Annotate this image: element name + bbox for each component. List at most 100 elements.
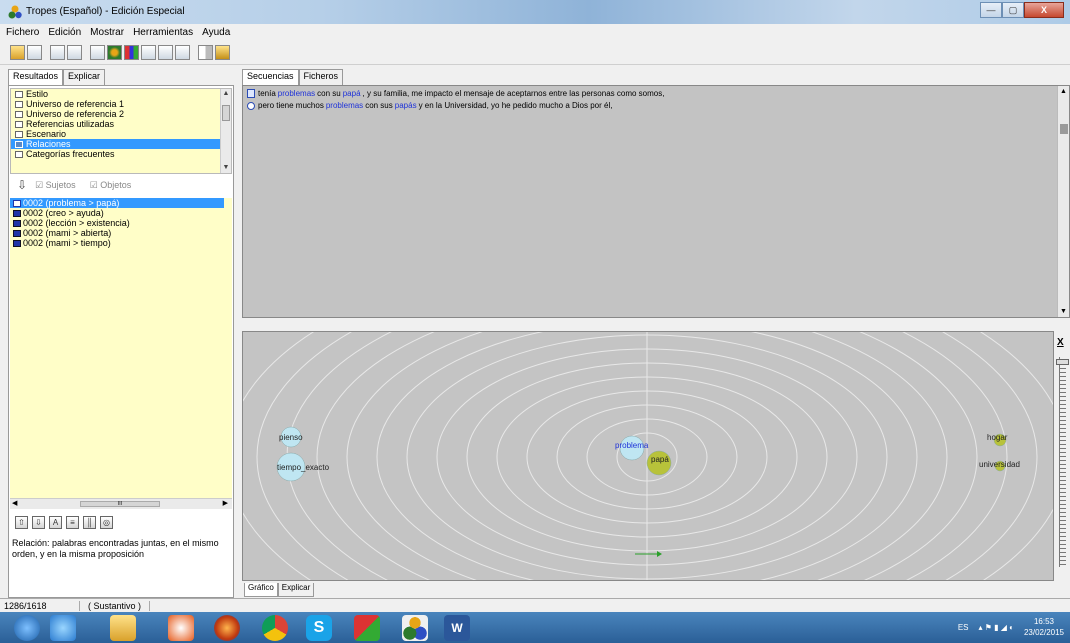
title-bar: Tropes (Español) - Edición Especial — ▢ … <box>0 0 1070 24</box>
tab-resultados[interactable]: Resultados <box>8 69 64 85</box>
category-list[interactable]: Estilo Universo de referencia 1 Universo d… <box>10 88 232 174</box>
category-icon <box>15 150 23 158</box>
app-red-icon[interactable] <box>354 615 380 641</box>
horizontal-scrollbar[interactable]: ◀ III ▶ <box>10 498 232 509</box>
relations-list[interactable]: 0002 (problema > papá) 0002 (creo > ayuda… <box>10 198 232 498</box>
chrome-icon[interactable] <box>262 615 288 641</box>
filter-bar: ⇩ ☑ Sujetos ☑ Objetos <box>17 178 145 192</box>
tab-explicar[interactable]: Explicar <box>63 69 106 85</box>
graph-node[interactable]: papá <box>646 450 672 476</box>
tab-grafico[interactable]: Gráfico <box>244 583 278 597</box>
scroll-left-icon[interactable]: ◀ <box>12 499 17 507</box>
graph-sidebar: X <box>1055 331 1070 581</box>
tropes-icon[interactable] <box>107 45 122 60</box>
relation-item[interactable]: 0002 (creo > ayuda) <box>10 208 232 218</box>
graph-node[interactable]: pienso <box>279 426 303 448</box>
category-icon <box>15 120 23 128</box>
media-player-icon[interactable] <box>168 615 194 641</box>
graph-canvas[interactable]: pienso tiempo_exacto problemapapá hogar univ… <box>243 332 1054 581</box>
sequences-panel[interactable]: tenía problemas con su papá , y su famil… <box>242 85 1070 318</box>
tropes-taskbar-icon[interactable] <box>402 615 428 641</box>
move-up-icon[interactable]: ⇧ <box>15 516 28 529</box>
tab-secuencias[interactable]: Secuencias <box>242 69 299 85</box>
category-scrollbar[interactable]: ▲ ▼ <box>220 89 231 173</box>
clock[interactable]: 16:53 23/02/2015 <box>1024 616 1064 638</box>
tab-explicar-graph[interactable]: Explicar <box>277 583 315 597</box>
category-item[interactable]: Universo de referencia 2 <box>11 109 231 119</box>
category-item[interactable]: Relaciones <box>11 139 231 149</box>
grid-icon[interactable] <box>90 45 105 60</box>
print-icon[interactable] <box>27 45 42 60</box>
category-item[interactable]: Universo de referencia 1 <box>11 99 231 109</box>
list-actions: ⇧ ⇩ A ≡ ║ ◎ <box>15 516 117 529</box>
tray-icons[interactable]: ▴ ⚑ ▮ ◢ ◐ <box>978 623 1013 632</box>
sequences-scrollbar[interactable]: ▲ ▼ <box>1057 86 1069 317</box>
scroll-up-icon[interactable]: ▲ <box>1060 88 1067 95</box>
scroll-up-icon[interactable]: ▲ <box>221 89 231 99</box>
word-count: 1286/1618 <box>0 600 80 611</box>
category-item[interactable]: Estilo <box>11 89 231 99</box>
scroll-down-icon[interactable]: ▼ <box>1060 308 1067 315</box>
book-icon[interactable] <box>198 45 213 60</box>
properties-icon[interactable] <box>50 45 65 60</box>
direction-arrowhead-icon <box>657 551 662 557</box>
scroll-thumb[interactable] <box>222 105 230 121</box>
graph-node[interactable]: tiempo_exacto <box>276 452 330 482</box>
subjects-checkbox[interactable]: ☑ Sujetos <box>35 180 76 191</box>
sequence-line[interactable]: pero tiene muchos problemas con sus papá… <box>247 101 612 110</box>
category-item[interactable]: Escenario <box>11 129 231 139</box>
start-icon[interactable] <box>14 615 40 641</box>
menu-bar: Fichero Edición Mostrar Herramientas Ayu… <box>0 24 1070 41</box>
zoom-slider[interactable] <box>1056 359 1069 365</box>
search-icon[interactable]: ◎ <box>100 516 113 529</box>
relation-item[interactable]: 0002 (problema > papá) <box>10 198 224 208</box>
relations-graph[interactable]: pienso tiempo_exacto problema papá hogar univ… <box>242 331 1054 581</box>
menu-edicion[interactable]: Edición <box>48 27 81 38</box>
arrow-down-icon[interactable]: ⇩ <box>17 178 27 192</box>
skype-icon[interactable]: S <box>306 615 332 641</box>
histogram-icon[interactable] <box>141 45 156 60</box>
scroll-down-icon[interactable]: ▼ <box>221 163 231 173</box>
menu-fichero[interactable]: Fichero <box>6 27 39 38</box>
language-indicator[interactable]: ES <box>958 623 969 632</box>
objects-checkbox[interactable]: ☑ Objetos <box>90 180 132 191</box>
firefox-icon[interactable] <box>214 615 240 641</box>
sequence-line[interactable]: tenía problemas con su papá , y su famil… <box>247 89 664 98</box>
table-icon[interactable] <box>175 45 190 60</box>
scroll-right-icon[interactable]: ▶ <box>223 499 228 507</box>
internet-explorer-icon[interactable] <box>50 615 76 641</box>
scroll-thumb[interactable]: III <box>80 501 160 507</box>
file-explorer-icon[interactable] <box>110 615 136 641</box>
close-graph-icon[interactable]: X <box>1057 337 1064 348</box>
graph-node-label: pienso <box>279 433 303 442</box>
zoom-ruler[interactable] <box>1059 357 1066 567</box>
right-area: Secuencias Ficheros tenía problemas con … <box>240 69 1070 598</box>
menu-herramientas[interactable]: Herramientas <box>133 27 193 38</box>
copy-icon[interactable] <box>67 45 82 60</box>
graph-node[interactable]: problema <box>615 435 649 461</box>
taskbar: S W ES ▴ ⚑ ▮ ◢ ◐ 16:53 23/02/2015 <box>0 612 1070 643</box>
tab-ficheros[interactable]: Ficheros <box>298 69 344 85</box>
sort-bars-icon[interactable]: ║ <box>83 516 96 529</box>
relation-item[interactable]: 0002 (mami > tiempo) <box>10 238 232 248</box>
list-icon[interactable] <box>158 45 173 60</box>
export-icon[interactable] <box>215 45 230 60</box>
category-item[interactable]: Referencias utilizadas <box>11 119 231 129</box>
sort-az-icon[interactable]: A <box>49 516 62 529</box>
menu-ayuda[interactable]: Ayuda <box>202 27 230 38</box>
move-down-icon[interactable]: ⇩ <box>32 516 45 529</box>
bar-chart-icon[interactable] <box>124 45 139 60</box>
minimize-button[interactable]: — <box>980 2 1002 18</box>
sort-frequency-icon[interactable]: ≡ <box>66 516 79 529</box>
relation-item[interactable]: 0002 (lección > existencia) <box>10 218 232 228</box>
open-folder-icon[interactable] <box>10 45 25 60</box>
category-item[interactable]: Categorías frecuentes <box>11 149 231 159</box>
maximize-button[interactable]: ▢ <box>1002 2 1024 18</box>
scroll-thumb[interactable] <box>1060 124 1068 134</box>
close-button[interactable]: X <box>1024 2 1064 18</box>
graph-node[interactable]: universidad <box>979 460 1020 472</box>
menu-mostrar[interactable]: Mostrar <box>90 27 124 38</box>
graph-node[interactable]: hogar <box>987 433 1008 447</box>
relation-item[interactable]: 0002 (mami > abierta) <box>10 228 232 238</box>
word-icon[interactable]: W <box>444 615 470 641</box>
